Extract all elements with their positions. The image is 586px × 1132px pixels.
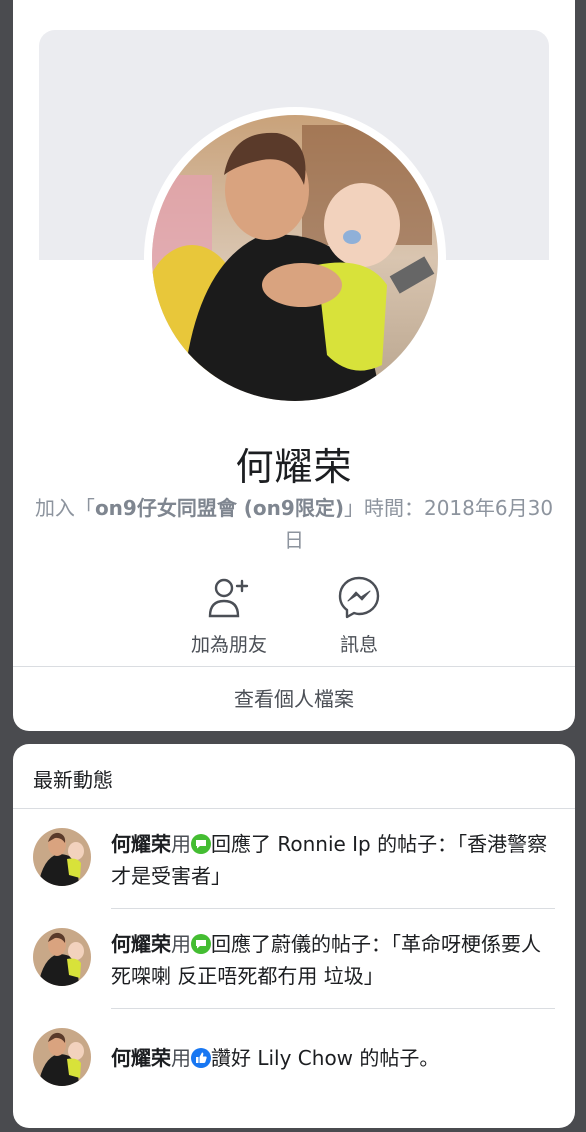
add-friend-button[interactable]: 加為朋友 — [174, 574, 284, 657]
avatar[interactable] — [33, 828, 91, 886]
join-prefix: 加入「 — [34, 496, 95, 520]
actor-name[interactable]: 何耀荣 — [111, 932, 171, 956]
via-text: 用 — [171, 832, 191, 856]
divider — [13, 808, 575, 809]
avatar[interactable] — [33, 1028, 91, 1086]
message-label: 訊息 — [339, 634, 378, 656]
activity-text: 何耀荣用 回應了蔚儀的帖子：「革命呀梗係要人死㗎喇 反正唔死都冇用 垃圾」 — [111, 928, 551, 992]
divider — [111, 908, 555, 909]
profile-avatar[interactable] — [152, 115, 438, 401]
comment-badge-icon — [191, 834, 211, 854]
actor-name[interactable]: 何耀荣 — [111, 832, 171, 856]
recent-activity-title: 最新動態 — [33, 768, 113, 792]
comment-badge-icon — [191, 934, 211, 954]
divider — [13, 666, 575, 667]
avatar[interactable] — [33, 928, 91, 986]
via-text: 用 — [171, 932, 191, 956]
view-profile-link[interactable]: 查看個人檔案 — [13, 683, 575, 712]
profile-name: 何耀荣 — [235, 445, 353, 489]
like-badge-icon — [191, 1048, 211, 1068]
activity-text: 何耀荣用 回應了 Ronnie Ip 的帖子：「香港警察才是受害者」 — [111, 828, 551, 892]
messenger-icon — [304, 574, 414, 620]
target-text: Lily Chow 的帖子。 — [251, 1046, 440, 1070]
profile-card: 何耀荣 加入「on9仔女同盟會 (on9限定)」時間：2018年6月30日 加為… — [13, 0, 575, 731]
add-friend-icon — [174, 574, 284, 620]
action-text: 讚好 — [211, 1046, 251, 1070]
add-friend-label: 加為朋友 — [190, 634, 267, 656]
via-text: 用 — [171, 1046, 191, 1070]
action-text: 回應了 — [211, 832, 271, 856]
activity-text: 何耀荣用 讚好 Lily Chow 的帖子。 — [111, 1042, 551, 1074]
group-join-info: 加入「on9仔女同盟會 (on9限定)」時間：2018年6月30日 — [33, 492, 555, 556]
group-name[interactable]: on9仔女同盟會 (on9限定) — [95, 496, 344, 520]
profile-avatar-ring — [144, 107, 446, 409]
recent-activity-card: 最新動態 何耀荣用回應了 Ronnie Ip 的帖子：「香港警察才是受害者」 — [13, 744, 575, 1128]
divider — [111, 1008, 555, 1009]
message-button[interactable]: 訊息 — [304, 574, 414, 657]
actor-name[interactable]: 何耀荣 — [111, 1046, 171, 1070]
action-text: 回應了 — [211, 932, 271, 956]
